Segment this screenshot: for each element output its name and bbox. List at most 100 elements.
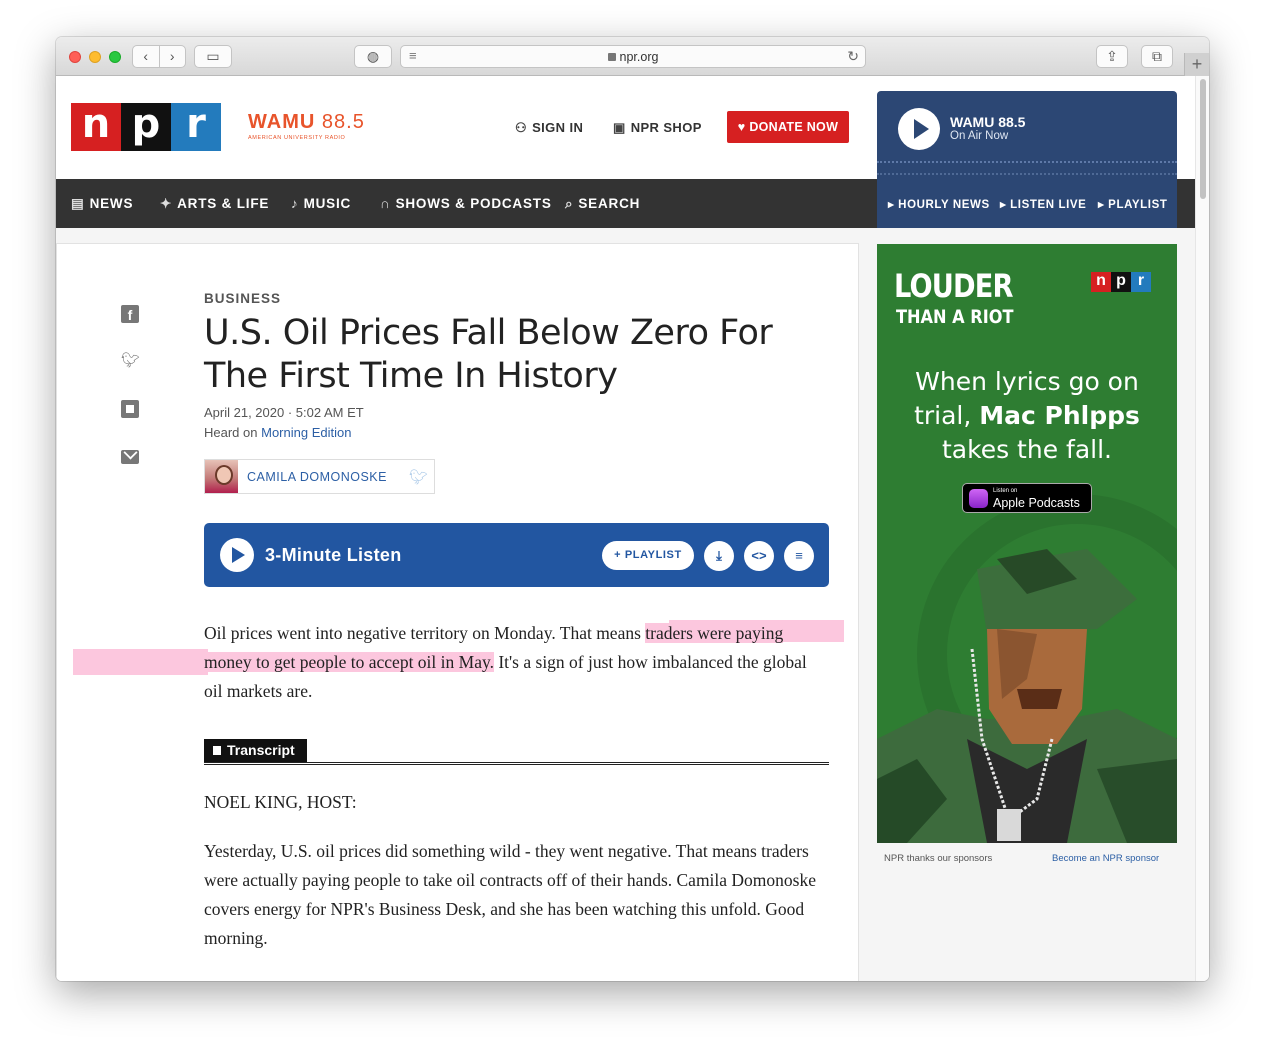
transcript-icon[interactable]: ≡	[784, 541, 814, 571]
shopping-bag-icon: ▣	[613, 120, 626, 135]
author-avatar	[205, 460, 238, 493]
station-name: WAMU 88.5	[950, 114, 1026, 130]
sponsor-thanks: NPR thanks our sponsors	[884, 853, 993, 864]
web-page: n p r WAMU 88.5 AMERICAN UNIVERSITY RADI…	[56, 76, 1209, 981]
author-name[interactable]: CAMILA DOMONOSKE	[247, 470, 387, 484]
audio-player: 3-Minute Listen + PLAYLIST ⤓ <> ≡	[204, 523, 829, 587]
nav-shows-label: SHOWS & PODCASTS	[395, 196, 552, 211]
section-slug[interactable]: BUSINESS	[204, 291, 281, 306]
donate-button[interactable]: ♥ DONATE NOW	[727, 111, 849, 143]
lock-icon	[607, 53, 616, 61]
page-scrollbar[interactable]	[1195, 76, 1209, 981]
apple-podcasts-badge[interactable]: Listen on Apple Podcasts	[962, 483, 1092, 513]
shop-label: NPR SHOP	[630, 120, 702, 135]
playlist-button-label: PLAYLIST	[624, 549, 682, 561]
nav-shows-podcasts[interactable]: ∩ SHOWS & PODCASTS	[380, 196, 552, 211]
logo-letter-r: r	[171, 103, 221, 151]
ad-logo-line2: THAN A RIOT	[896, 306, 1014, 328]
wamu-freq: 88.5	[321, 111, 365, 133]
host-line: NOEL KING, HOST:	[204, 792, 357, 812]
npr-logo[interactable]: n p r	[71, 103, 221, 151]
address-bar[interactable]: ≡ npr.org ↻	[400, 45, 866, 68]
article-card: f 🐦︎ BUSINESS U.S. Oil Prices Fall Below…	[56, 243, 859, 981]
scrollbar-thumb[interactable]	[1200, 79, 1206, 199]
hourly-news-label: HOURLY NEWS	[898, 199, 990, 211]
reload-icon[interactable]: ↻	[847, 48, 859, 65]
sign-in-link[interactable]: ⚇ SIGN IN	[515, 120, 583, 136]
article-headline: U.S. Oil Prices Fall Below Zero For The …	[204, 313, 773, 396]
ad-npr-logo: n p r	[1091, 272, 1151, 292]
wamu-logo[interactable]: WAMU 88.5 AMERICAN UNIVERSITY RADIO	[248, 111, 365, 141]
email-icon[interactable]	[121, 450, 139, 464]
browser-window: ‹ › ▭ ◍ ≡ npr.org ↻ ⇪ ⧉ + n p r WAMU 88.…	[56, 37, 1209, 981]
nav-news[interactable]: ▤ NEWS	[71, 196, 133, 212]
become-sponsor-link[interactable]: Become an NPR sponsor	[1052, 853, 1159, 864]
history-nav: ‹ ›	[132, 45, 186, 68]
zoom-window-button[interactable]	[109, 51, 121, 63]
close-window-button[interactable]	[69, 51, 81, 63]
ad-line-2-bold: Mac Phlpps	[979, 401, 1140, 430]
listen-live-label: LISTEN LIVE	[1010, 199, 1087, 211]
article-date: April 21, 2020 · 5:02 AM ET	[204, 405, 364, 420]
embed-icon[interactable]: <>	[744, 541, 774, 571]
ad-logo-letter-p: p	[1111, 272, 1131, 292]
playlist-link[interactable]: ▸ PLAYLIST	[1098, 197, 1168, 211]
npr-shop-link[interactable]: ▣ NPR SHOP	[613, 120, 702, 136]
privacy-shield-button[interactable]: ◍	[354, 45, 392, 68]
download-icon[interactable]: ⤓	[704, 541, 734, 571]
back-button[interactable]: ‹	[133, 46, 160, 67]
facebook-icon[interactable]: f	[121, 305, 139, 323]
audio-wave-graphic	[877, 161, 1177, 175]
badge-small-text: Listen on	[993, 488, 1018, 494]
nav-news-label: NEWS	[89, 196, 134, 211]
minimize-window-button[interactable]	[89, 51, 101, 63]
add-to-playlist-button[interactable]: + PLAYLIST	[602, 541, 694, 570]
newspaper-icon: ▤	[71, 196, 85, 211]
ad-line-1: When lyrics go on	[915, 367, 1139, 396]
badge-large-text: Apple Podcasts	[993, 496, 1080, 510]
search-icon: ⌕	[565, 196, 574, 211]
show-link[interactable]: Morning Edition	[261, 425, 351, 440]
heard-on: Heard on Morning Edition	[204, 425, 351, 440]
wamu-brand: WAMU	[248, 111, 316, 133]
nav-search[interactable]: ⌕ SEARCH	[565, 196, 640, 212]
highlight-margin-mark	[73, 649, 208, 675]
ad-line-2-pre: trial,	[914, 401, 980, 430]
listen-live-link[interactable]: ▸ LISTEN LIVE	[1000, 197, 1086, 211]
new-tab-button[interactable]: +	[1184, 53, 1209, 76]
station-status: On Air Now	[950, 130, 1009, 142]
hourly-news-link[interactable]: ▸ HOURLY NEWS	[888, 197, 990, 211]
ad-illustration	[877, 549, 1177, 843]
play-button[interactable]	[220, 538, 254, 572]
ad-tagline: When lyrics go on trial, Mac Phlpps take…	[877, 365, 1177, 467]
wamu-tagline: AMERICAN UNIVERSITY RADIO	[248, 135, 346, 141]
podcasts-app-icon	[969, 489, 988, 508]
nav-arts-life[interactable]: ✦ ARTS & LIFE	[160, 196, 269, 212]
heart-icon: ♥	[737, 120, 746, 134]
flipboard-icon[interactable]	[121, 400, 139, 418]
user-icon: ⚇	[515, 120, 528, 135]
sidebar-toggle-button[interactable]: ▭	[194, 45, 232, 68]
transcript-header: Transcript	[204, 739, 829, 765]
forward-button[interactable]: ›	[160, 46, 186, 67]
share-button[interactable]: ⇪	[1096, 45, 1128, 68]
donate-label: DONATE NOW	[749, 120, 839, 134]
tab-overview-button[interactable]: ⧉	[1141, 45, 1173, 68]
twitter-icon[interactable]: 🐦︎	[121, 352, 140, 370]
author-byline[interactable]: CAMILA DOMONOSKE 🐦︎	[204, 459, 435, 494]
sign-in-label: SIGN IN	[532, 120, 584, 135]
nav-music[interactable]: ♪ MUSIC	[291, 196, 351, 211]
transcript-tab[interactable]: Transcript	[204, 739, 307, 762]
document-icon	[213, 746, 221, 755]
article-teaser: Oil prices went into negative territory …	[204, 619, 829, 706]
headphones-icon: ∩	[380, 196, 391, 211]
live-play-button[interactable]	[898, 108, 940, 150]
listen-label: 3-Minute Listen	[265, 545, 402, 565]
url-text: npr.org	[619, 50, 659, 64]
title-bar: ‹ › ▭ ◍ ≡ npr.org ↻ ⇪ ⧉ +	[56, 37, 1209, 76]
podcast-ad[interactable]: LOUDER THAN A RIOT n p r When lyrics go …	[877, 244, 1177, 843]
heard-on-prefix: Heard on	[204, 425, 258, 440]
nav-music-label: MUSIC	[303, 196, 352, 211]
nav-search-label: SEARCH	[578, 196, 641, 211]
author-twitter-icon[interactable]: 🐦︎	[409, 468, 428, 486]
